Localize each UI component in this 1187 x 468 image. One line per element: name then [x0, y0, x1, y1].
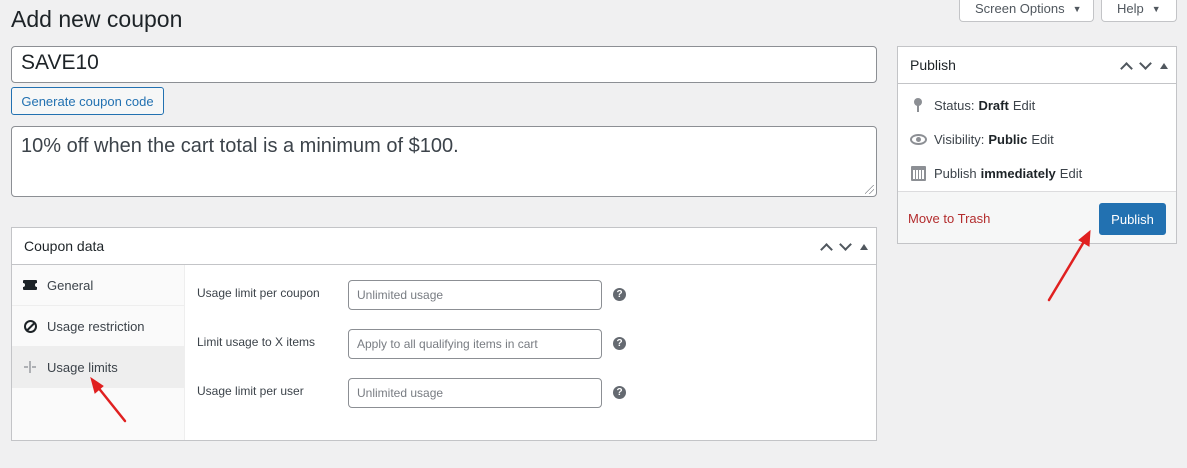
annotation-arrow-usage-limits	[95, 384, 127, 423]
annotation-arrows	[90, 229, 1091, 423]
annotation-arrow-publish	[1047, 238, 1087, 302]
annotation-arrowhead-publish	[1078, 229, 1091, 247]
